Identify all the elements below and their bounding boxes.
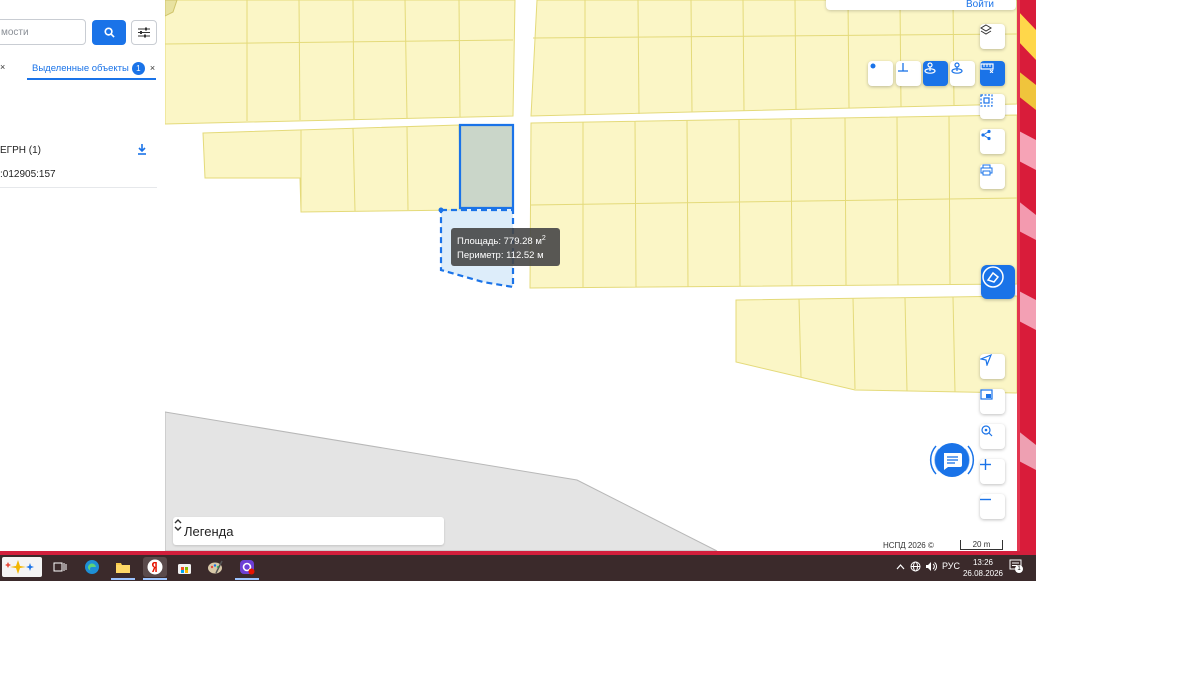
chevron-up-down-icon (174, 519, 182, 531)
task-view-icon (53, 562, 67, 572)
minimap-button[interactable] (980, 389, 1005, 414)
active-indicator (111, 578, 135, 580)
search-input[interactable]: мости (0, 19, 86, 45)
active-indicator (143, 578, 167, 580)
tab-selected-objects[interactable]: Выделенные объекты 1 × (27, 57, 156, 80)
tab-close-icon[interactable]: × (0, 62, 5, 72)
radius-icon (951, 62, 963, 74)
zoom-in-button[interactable] (980, 459, 1005, 484)
point-icon (870, 63, 876, 69)
chat-button[interactable] (927, 438, 977, 484)
volume-icon[interactable] (925, 561, 937, 572)
store-button[interactable] (174, 557, 194, 577)
zoom-out-button[interactable] (980, 494, 1005, 519)
area-icon (924, 62, 936, 74)
window-icon (980, 389, 993, 400)
yandex-icon (147, 559, 163, 575)
plus-icon (980, 459, 991, 470)
services-panel-button[interactable] (981, 265, 1015, 299)
login-label: Войти (966, 0, 994, 10)
notification-badge: 1 (1015, 565, 1023, 573)
measure-point-button[interactable] (868, 61, 893, 86)
search-icon (103, 27, 115, 38)
yandex-browser-button[interactable] (143, 557, 167, 577)
search-button[interactable] (92, 20, 126, 45)
minus-icon (980, 498, 991, 501)
cadastral-number[interactable]: :012905:157 (0, 169, 56, 180)
legend-dropdown[interactable]: Легенда (173, 517, 444, 545)
layers-button[interactable] (980, 24, 1005, 49)
active-indicator (235, 578, 259, 580)
edge-icon (85, 560, 99, 574)
section-title[interactable]: ЕГРН (1) (0, 145, 41, 156)
notifications-button[interactable]: 1 (1009, 559, 1023, 573)
folder-icon (116, 563, 130, 573)
selected-parcel (458, 123, 515, 210)
clock-time: 13:26 (972, 558, 994, 567)
sparkle-icon (5, 560, 34, 574)
select-area-icon (980, 94, 993, 107)
layers-icon (980, 24, 992, 35)
tab-close-icon[interactable]: × (150, 63, 155, 73)
left-panel: мости × Выделенные объекты 1 × ЕГРН (1) :0… (0, 0, 165, 551)
clock-date: 26.08.2026 (962, 569, 1004, 578)
sliders-icon (138, 27, 150, 38)
parcel-block-top-left (165, 0, 516, 125)
perimeter-readout: Периметр: 112.52 м (457, 250, 544, 262)
tab-label: Выделенные объекты (32, 63, 129, 74)
navigation-arrow-icon (980, 354, 992, 366)
file-explorer-button[interactable] (113, 557, 133, 577)
clock[interactable]: 13:26 26.08.2026 (962, 557, 1004, 579)
search-by-location-button[interactable] (980, 424, 1005, 449)
widgets-button[interactable] (2, 557, 42, 577)
filter-button[interactable] (131, 20, 157, 45)
copyright: НСПД 2026 © (881, 540, 936, 551)
parcel-block-top-right (530, 0, 1017, 117)
task-view-button[interactable] (50, 557, 70, 577)
ruler-icon (980, 63, 994, 73)
taskbar-stripe (0, 551, 1036, 555)
tab-search-results[interactable]: × (0, 62, 5, 72)
parcel-block-middle-right (529, 114, 1017, 289)
share-button[interactable] (980, 129, 1005, 154)
globe-icon[interactable] (910, 561, 921, 572)
measure-radius-button[interactable] (950, 61, 975, 86)
store-icon (177, 563, 191, 574)
print-button[interactable] (980, 164, 1005, 189)
parcel-block-lower-right (735, 295, 1017, 394)
share-icon (981, 129, 991, 141)
scale-bar: 20 m (960, 540, 1003, 550)
select-area-button[interactable] (980, 94, 1005, 119)
measure-area-button[interactable] (923, 61, 948, 86)
location-search-icon (981, 425, 993, 437)
screen: мости × Выделенные объекты 1 × ЕГРН (1) :0… (0, 0, 1036, 581)
services-icon (982, 266, 1004, 288)
app-button[interactable] (237, 557, 257, 577)
legend-label: Легенда (184, 524, 234, 539)
edge-browser-button[interactable] (82, 557, 102, 577)
measurement-tool-button[interactable] (980, 61, 1005, 86)
paint-button[interactable] (205, 557, 225, 577)
wallpaper-edge (1017, 0, 1036, 551)
language-indicator[interactable]: РУС (942, 561, 960, 571)
taskbar: РУС 13:26 26.08.2026 1 (0, 551, 1036, 581)
parcel-row-middle-left (202, 124, 462, 213)
login-link[interactable]: Войти (826, 0, 1016, 10)
locate-button[interactable] (980, 354, 1005, 379)
measure-vertex (438, 207, 444, 213)
chevron-up-icon[interactable] (896, 563, 905, 570)
palette-icon (208, 560, 223, 574)
ruler-line-icon (898, 63, 908, 72)
scale-label: 20 m (972, 540, 991, 549)
measurement-tooltip: Площадь: 779.28 м2 Периметр: 112.52 м (451, 228, 560, 266)
area-readout: Площадь: 779.28 м2 (457, 235, 546, 248)
app-icon (240, 560, 255, 575)
print-icon (980, 164, 993, 176)
measure-line-button[interactable] (896, 61, 921, 86)
map-canvas[interactable]: Войти Площадь: 779.28 м2 Периметр: 112.5… (165, 0, 1017, 551)
download-icon[interactable] (136, 143, 148, 157)
tab-count-badge: 1 (131, 62, 145, 75)
divider (0, 187, 157, 188)
chat-icon (929, 443, 975, 477)
